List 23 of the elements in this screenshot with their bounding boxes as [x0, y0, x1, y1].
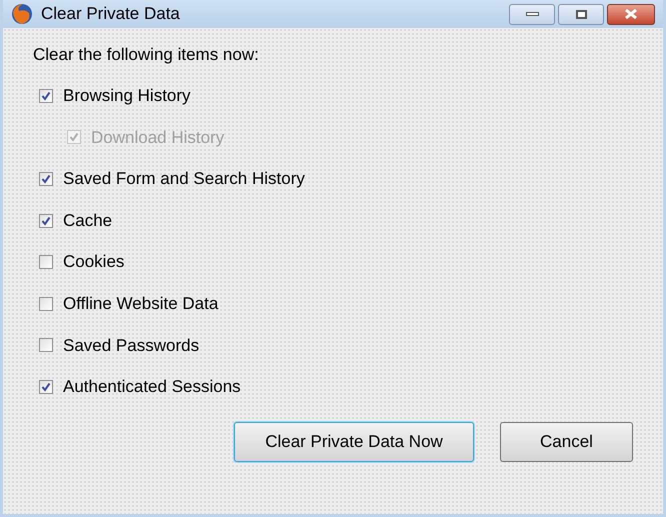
checkbox[interactable] — [39, 338, 53, 352]
window-title: Clear Private Data — [41, 3, 180, 26]
checkbox[interactable] — [39, 172, 53, 186]
checkbox-row[interactable]: Saved Form and Search History — [39, 158, 305, 200]
minimize-button[interactable] — [509, 4, 555, 24]
maximize-button[interactable] — [558, 4, 604, 24]
checkbox-row[interactable]: Saved Passwords — [39, 324, 200, 366]
checkbox[interactable] — [39, 255, 53, 270]
dialog-button[interactable]: Cancel — [500, 422, 633, 462]
checkbox-row[interactable]: Cookies — [39, 241, 124, 283]
checkbox-row[interactable]: Cache — [39, 200, 112, 242]
checkbox-row[interactable]: Authenticated Sessions — [39, 366, 241, 408]
checkbox[interactable] — [39, 380, 53, 394]
heading-text: Clear the following items now: — [33, 44, 260, 66]
checkbox-row[interactable]: Offline Website Data — [39, 282, 218, 325]
close-icon — [623, 8, 639, 20]
checkbox[interactable] — [39, 88, 53, 103]
globe-icon — [11, 3, 33, 25]
checkbox[interactable] — [39, 296, 53, 311]
checkbox[interactable] — [39, 214, 53, 228]
dialog-button[interactable]: Clear Private Data Now — [234, 422, 474, 462]
checkbox-row[interactable]: Browsing History — [39, 75, 191, 117]
close-button[interactable] — [607, 4, 655, 24]
